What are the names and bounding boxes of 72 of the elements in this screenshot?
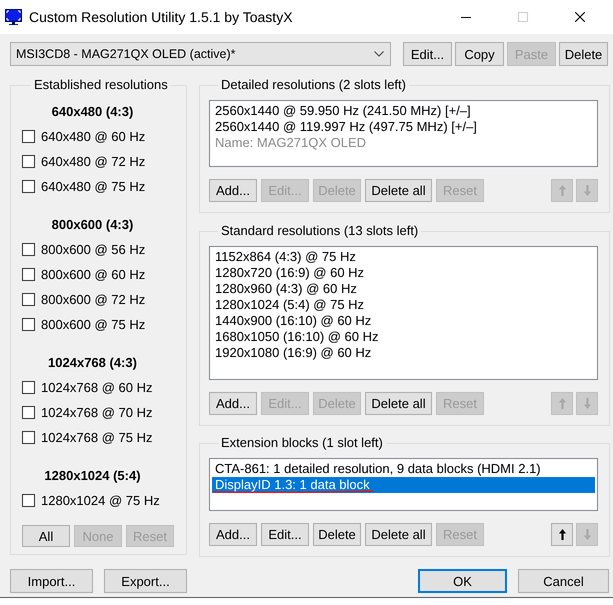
- monitor-icon: [5, 9, 22, 25]
- close-icon: [574, 12, 584, 22]
- delete-button[interactable]: Delete: [559, 42, 608, 66]
- group-title: Detailed resolutions (2 slots left): [220, 78, 407, 92]
- list-item[interactable]: 1280x960 (4:3) @ 60 Hz: [212, 281, 595, 297]
- list-item[interactable]: 1440x900 (16:10) @ 60 Hz: [212, 313, 595, 329]
- arrow-up-icon: [558, 185, 566, 196]
- list-box[interactable]: 1152x864 (4:3) @ 75 Hz 1280x720 (16:9) @ 60 Hz 1280x960 (4:3) @ 60 Hz 1280x1024 (5:4) @ 75 Hz 1440x900 (16:10) @ 60 Hz 1680x1050 (16:10) @ 60 Hz 1920x1080 (16:9) @ 60 Hz: [209, 246, 598, 380]
- checkbox[interactable]: [22, 130, 35, 143]
- group-title: Standard resolutions (13 slots left): [220, 224, 420, 238]
- edit-button[interactable]: Edit...: [261, 523, 309, 546]
- checkbox[interactable]: [22, 318, 35, 331]
- checkbox-label[interactable]: 640x480 @ 72 Hz: [41, 154, 146, 169]
- checkbox[interactable]: [22, 406, 35, 419]
- list-item[interactable]: CTA-861: 1 detailed resolution, 9 data blocks (HDMI 2.1): [212, 461, 595, 477]
- export-button[interactable]: Export...: [104, 569, 187, 593]
- list-box[interactable]: CTA-861: 1 detailed resolution, 9 data blocks (HDMI 2.1) DisplayID 1.3: 1 data block: [209, 458, 598, 511]
- delete-all-button[interactable]: Delete all: [365, 392, 432, 415]
- group-title: Established resolutions: [33, 78, 169, 92]
- resolution-heading: 1024x768 (4:3): [47, 354, 138, 372]
- arrow-up-icon: [558, 529, 566, 540]
- checkbox-label[interactable]: 1280x1024 @ 75 Hz: [41, 493, 160, 508]
- list-item[interactable]: 1152x864 (4:3) @ 75 Hz: [212, 249, 595, 265]
- list-item[interactable]: 1920x1080 (16:9) @ 60 Hz: [212, 345, 595, 361]
- copy-button[interactable]: Copy: [455, 42, 504, 66]
- checkbox-label[interactable]: 800x600 @ 75 Hz: [41, 317, 146, 332]
- add-button[interactable]: Add...: [209, 392, 257, 415]
- resolution-heading: 800x600 (4:3): [50, 216, 134, 234]
- group-title: Extension blocks (1 slot left): [220, 436, 384, 450]
- resolution-heading: 1280x1024 (5:4): [43, 467, 142, 485]
- checkbox[interactable]: [22, 293, 35, 306]
- add-button[interactable]: Add...: [209, 523, 257, 546]
- window-title: Custom Resolution Utility 1.5.1 by ToastyX: [29, 9, 294, 25]
- arrow-down-icon: [584, 185, 590, 196]
- arrow-down-icon: [584, 398, 590, 409]
- all-button[interactable]: All: [22, 525, 70, 547]
- monitor-dropdown[interactable]: MSI3CD8 - MAG271QX OLED (active)*: [10, 42, 391, 66]
- move-up-button[interactable]: [551, 523, 573, 546]
- checkbox[interactable]: [22, 431, 35, 444]
- checkbox-label[interactable]: 800x600 @ 56 Hz: [41, 242, 146, 257]
- import-button[interactable]: Import...: [10, 569, 93, 593]
- checkbox-label[interactable]: 640x480 @ 60 Hz: [41, 129, 146, 144]
- list-box[interactable]: 2560x1440 @ 59.950 Hz (241.50 MHz) [+/–] 2560x1440 @ 119.997 Hz (497.75 MHz) [+/–] Name: MAG271QX OLED: [209, 100, 598, 167]
- ok-button[interactable]: OK: [418, 569, 507, 593]
- checkbox-label[interactable]: 640x480 @ 75 Hz: [41, 179, 146, 194]
- arrow-down-icon: [584, 529, 590, 540]
- checkbox-label[interactable]: 1024x768 @ 75 Hz: [41, 430, 152, 445]
- checkbox[interactable]: [22, 494, 35, 507]
- checkbox[interactable]: [22, 268, 35, 281]
- checkbox-label[interactable]: 1024x768 @ 70 Hz: [41, 405, 152, 420]
- checkbox[interactable]: [22, 381, 35, 394]
- list-item[interactable]: 2560x1440 @ 119.997 Hz (497.75 MHz) [+/–]: [212, 119, 595, 135]
- checkbox-label[interactable]: 800x600 @ 60 Hz: [41, 267, 146, 282]
- list-item[interactable]: 1280x1024 (5:4) @ 75 Hz: [212, 297, 595, 313]
- list-item[interactable]: 2560x1440 @ 59.950 Hz (241.50 MHz) [+/–]: [212, 103, 595, 119]
- checkbox[interactable]: [22, 155, 35, 168]
- list-item[interactable]: DisplayID 1.3: 1 data block: [212, 477, 595, 493]
- checkbox[interactable]: [22, 243, 35, 256]
- delete-all-button[interactable]: Delete all: [365, 179, 432, 202]
- checkbox-label[interactable]: 800x600 @ 72 Hz: [41, 292, 146, 307]
- list-item[interactable]: 1280x720 (16:9) @ 60 Hz: [212, 265, 595, 281]
- list-item[interactable]: 1680x1050 (16:10) @ 60 Hz: [212, 329, 595, 345]
- checkbox[interactable]: [22, 180, 35, 193]
- edit-button[interactable]: Edit...: [403, 42, 452, 66]
- delete-all-button[interactable]: Delete all: [365, 523, 432, 546]
- add-button[interactable]: Add...: [209, 179, 257, 202]
- checkbox-label[interactable]: 1024x768 @ 60 Hz: [41, 380, 152, 395]
- cancel-button[interactable]: Cancel: [518, 569, 609, 593]
- resolution-heading: 640x480 (4:3): [50, 103, 134, 121]
- arrow-up-icon: [558, 398, 566, 409]
- delete-button[interactable]: Delete: [313, 523, 361, 546]
- chevron-down-icon: [374, 51, 384, 57]
